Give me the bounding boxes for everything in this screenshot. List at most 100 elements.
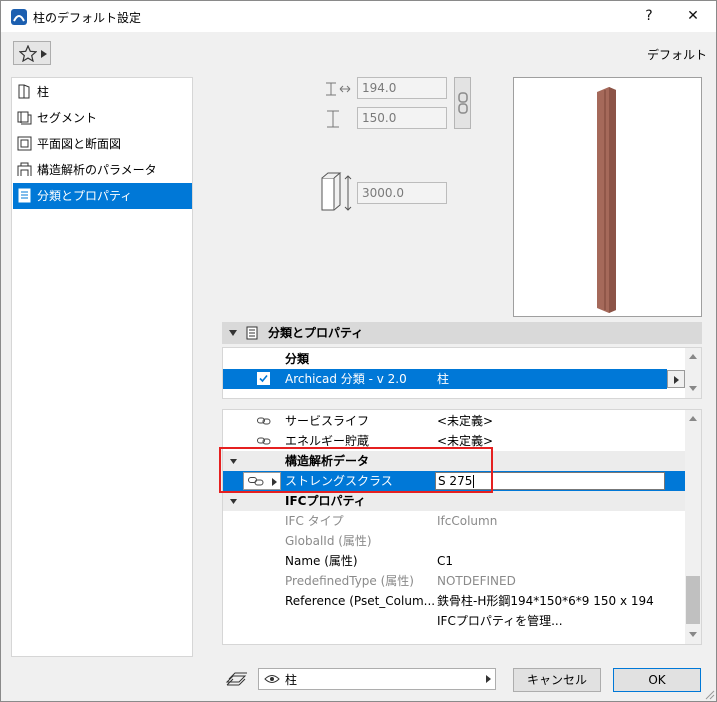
chain-link-icon xyxy=(458,92,468,114)
eye-icon xyxy=(264,675,280,683)
checkbox-checked-icon[interactable] xyxy=(257,372,270,385)
scroll-down-icon[interactable] xyxy=(689,632,697,637)
window-title: 柱のデフォルト設定 xyxy=(33,11,142,25)
close-button[interactable]: ✕ xyxy=(670,1,716,32)
archicad-logo-icon xyxy=(11,9,27,25)
sidebar-item-label: 分類とプロパティ xyxy=(37,189,133,203)
segment-icon xyxy=(17,111,32,125)
triangle-right-icon xyxy=(674,376,679,384)
scrollbar-thumb[interactable] xyxy=(686,576,700,624)
property-value: C1 xyxy=(437,554,454,568)
sidebar-item-label: 柱 xyxy=(37,85,50,99)
layer-icon xyxy=(225,672,247,686)
property-name: IFC タイプ xyxy=(285,514,344,528)
property-row[interactable]: IFC タイプ IfcColumn xyxy=(223,511,686,531)
width-dimension-icon xyxy=(326,82,351,96)
property-options-button[interactable] xyxy=(243,472,281,490)
resize-grip-icon[interactable] xyxy=(704,689,715,700)
classification-row[interactable]: Archicad 分類 - v 2.0 柱 xyxy=(223,369,667,389)
manage-ifc-properties-link[interactable]: IFCプロパティを管理... xyxy=(437,611,563,631)
property-row[interactable]: IFCプロパティを管理... xyxy=(223,611,686,631)
classification-name: Archicad 分類 - v 2.0 xyxy=(285,372,407,386)
property-group-row[interactable]: 構造解析データ xyxy=(223,451,686,471)
property-name: エネルギー貯蔵 xyxy=(285,434,370,448)
triangle-right-icon xyxy=(41,50,47,58)
link-icon xyxy=(248,477,264,486)
text-cursor xyxy=(473,475,475,488)
title-bar: 柱のデフォルト設定 ? ✕ xyxy=(1,1,716,32)
chain-link-button[interactable] xyxy=(454,77,471,129)
property-row[interactable]: GlobalId (属性) xyxy=(223,531,686,551)
property-row-selected[interactable]: ストレングスクラス S 275 xyxy=(223,471,686,491)
preview-3d xyxy=(513,77,702,317)
property-value: <未定義> xyxy=(437,414,494,428)
classification-icon xyxy=(18,188,31,203)
triangle-right-icon xyxy=(486,675,491,683)
favorites-button[interactable] xyxy=(13,41,51,65)
sidebar-item-classification[interactable]: 分類とプロパティ xyxy=(13,183,192,209)
property-name: Reference (Pset_Colum... xyxy=(285,594,436,608)
depth-field[interactable]: 150.0 xyxy=(357,107,447,129)
sidebar-item-segment[interactable]: セグメント xyxy=(13,105,192,131)
group-name: IFCプロパティ xyxy=(285,494,366,508)
properties-grid: サービスライフ <未定義> エネルギー貯蔵 <未定義> 構造解析データ ストレン… xyxy=(222,409,702,645)
column-icon xyxy=(18,84,30,99)
classification-grid: 分類 Archicad 分類 - v 2.0 柱 xyxy=(222,347,702,399)
sidebar-item-label: セグメント xyxy=(37,111,98,125)
triangle-down-icon[interactable] xyxy=(230,459,237,464)
property-name: Name (属性) xyxy=(285,554,358,568)
triangle-right-icon xyxy=(272,478,277,486)
default-label: デフォルト xyxy=(647,48,708,62)
structural-analysis-icon xyxy=(17,162,32,176)
column-preview xyxy=(597,87,616,313)
sidebar-item-structural-analysis[interactable]: 構造解析のパラメータ xyxy=(13,157,192,183)
property-name: PredefinedType (属性) xyxy=(285,574,414,588)
property-value: S 275 xyxy=(438,474,473,488)
layer-name: 柱 xyxy=(285,673,298,687)
scroll-down-icon[interactable] xyxy=(689,386,697,391)
width-field[interactable]: 194.0 xyxy=(357,77,447,99)
property-value-input[interactable]: S 275 xyxy=(435,472,665,490)
property-row[interactable]: サービスライフ <未定義> xyxy=(223,411,686,431)
properties-scrollbar[interactable] xyxy=(685,410,701,644)
triangle-down-icon[interactable] xyxy=(230,499,237,504)
property-row[interactable]: エネルギー貯蔵 <未定義> xyxy=(223,431,686,451)
triangle-down-icon xyxy=(229,330,237,336)
classification-value: 柱 xyxy=(437,372,450,386)
property-value: IfcColumn xyxy=(437,514,498,528)
sidebar-item-floorplan-section[interactable]: 平面図と断面図 xyxy=(13,131,192,157)
sidebar-item-label: 平面図と断面図 xyxy=(37,137,122,151)
classification-group-row: 分類 xyxy=(223,349,686,369)
sidebar: 柱 セグメント 平面図と断面図 構造解析のパラメータ 分類とプロパティ xyxy=(11,77,193,657)
dialog-window: 柱のデフォルト設定 ? ✕ デフォルト 柱 セグメント 平面図と断面図 構造解析… xyxy=(0,0,717,702)
section-title: 分類とプロパティ xyxy=(268,326,364,340)
classification-scrollbar[interactable] xyxy=(685,348,701,398)
link-icon xyxy=(257,417,271,425)
column-height-icon xyxy=(321,172,352,211)
property-group-row[interactable]: IFCプロパティ xyxy=(223,491,686,511)
property-value: 鉄骨柱-H形鋼194*150*6*9 150 x 194 xyxy=(437,594,654,608)
depth-dimension-icon xyxy=(327,110,339,128)
property-row[interactable]: Reference (Pset_Colum... 鉄骨柱-H形鋼194*150*… xyxy=(223,591,686,611)
sidebar-item-label: 構造解析のパラメータ xyxy=(37,163,157,177)
property-row[interactable]: Name (属性) C1 xyxy=(223,551,686,571)
height-field[interactable]: 3000.0 xyxy=(357,182,447,204)
ok-button[interactable]: OK xyxy=(613,668,701,692)
floorplan-section-icon xyxy=(17,136,32,151)
property-name: ストレングスクラス xyxy=(285,474,393,488)
scroll-up-icon[interactable] xyxy=(689,416,697,421)
star-icon xyxy=(19,45,37,62)
cancel-button[interactable]: キャンセル xyxy=(513,668,601,692)
scroll-up-icon[interactable] xyxy=(689,354,697,359)
link-icon xyxy=(257,437,271,445)
property-name: GlobalId (属性) xyxy=(285,534,372,548)
property-value: <未定義> xyxy=(437,434,494,448)
section-header[interactable]: 分類とプロパティ xyxy=(222,322,702,344)
layer-dropdown[interactable]: 柱 xyxy=(258,668,496,690)
sidebar-item-column[interactable]: 柱 xyxy=(13,79,192,105)
classification-dropdown-button[interactable] xyxy=(667,370,685,388)
help-button[interactable]: ? xyxy=(626,1,672,32)
property-row[interactable]: PredefinedType (属性) NOTDEFINED xyxy=(223,571,686,591)
classification-icon xyxy=(246,326,258,340)
group-name: 構造解析データ xyxy=(285,454,370,468)
